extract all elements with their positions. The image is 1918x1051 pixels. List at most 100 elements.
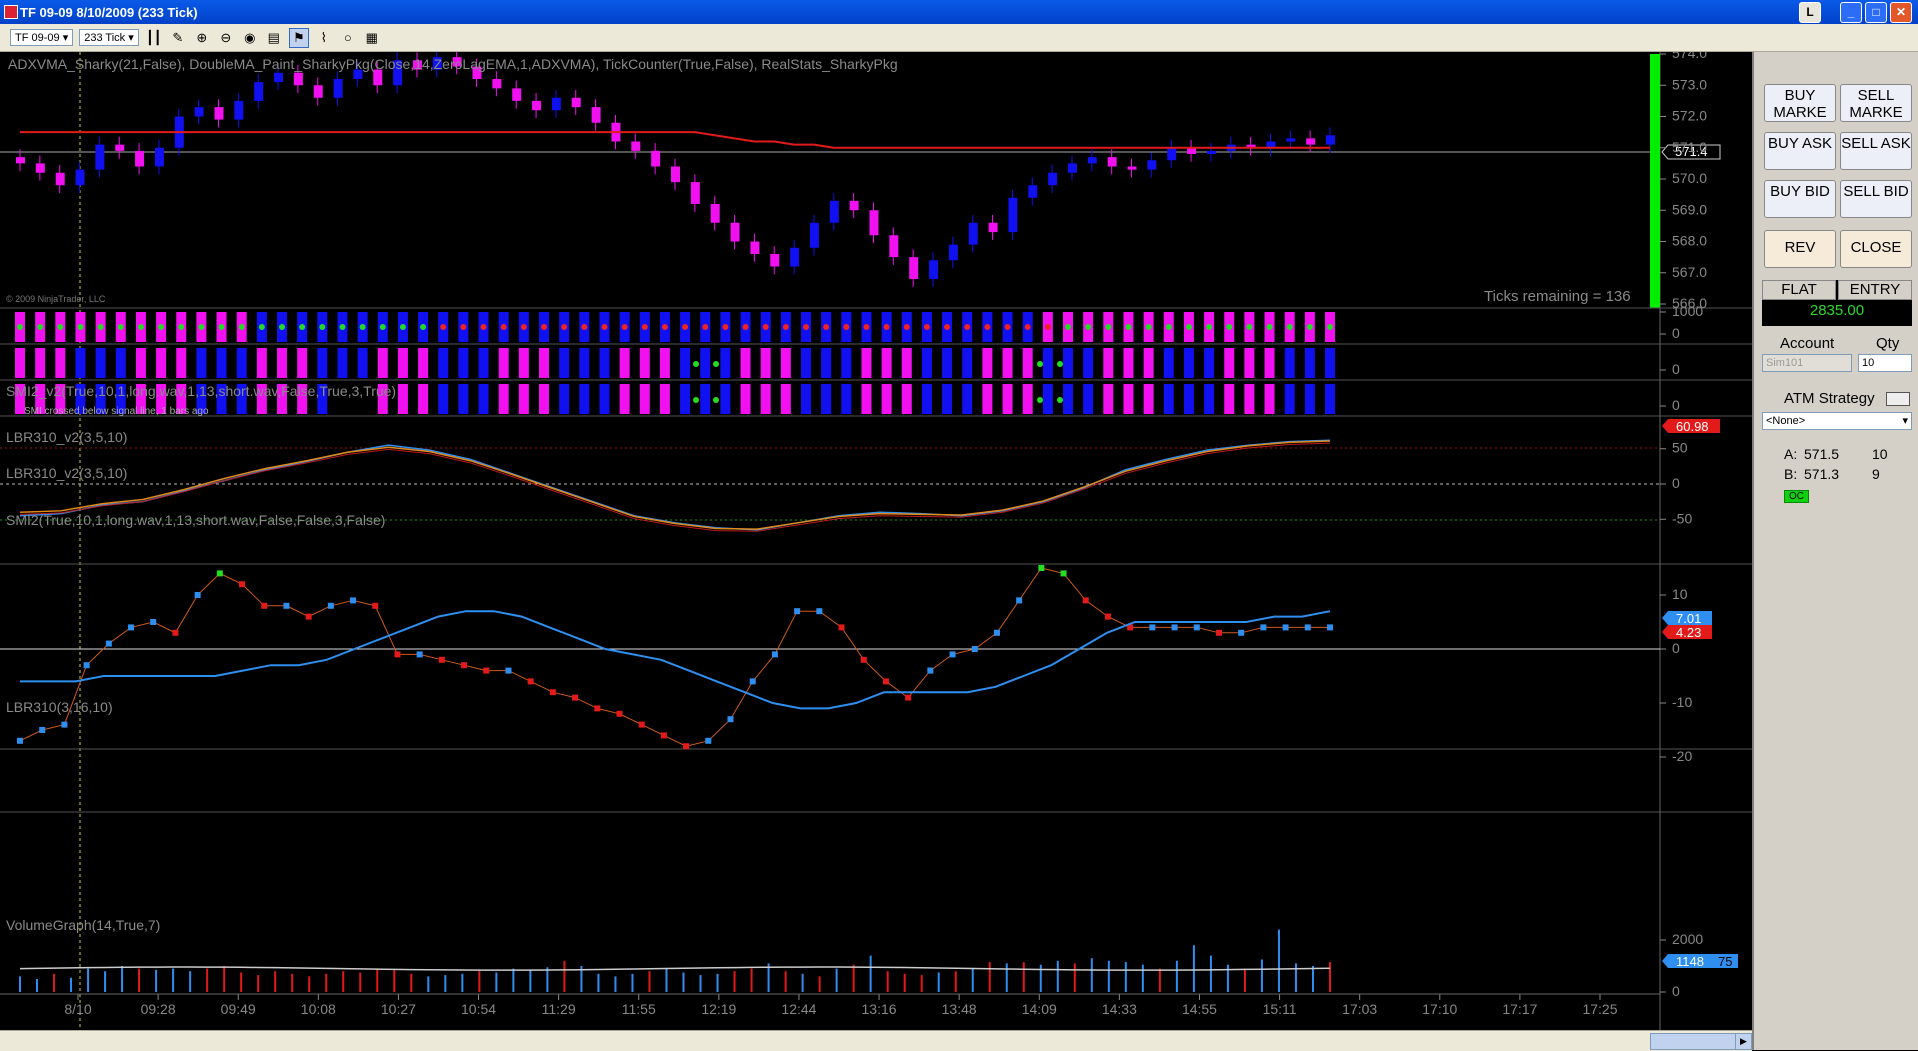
smi-dot [480,324,487,330]
lbr-fast-point [838,624,845,631]
maximize-button[interactable]: □ [1865,2,1887,23]
draw-tool-icon[interactable]: ✎ [169,29,187,47]
candle-body [194,107,204,117]
smi-dot [198,324,205,330]
indicator-bar [921,348,932,378]
lbr-fast-point [1149,624,1156,631]
lbr2-label: LBR310_v2(3,5,10) [6,465,127,481]
ask-size: 10 [1872,446,1888,462]
indicator-bar [478,348,489,378]
properties-icon[interactable]: ▤ [265,29,283,47]
smi-dot [500,324,507,330]
indicator-bar [418,348,429,378]
atm-strategy-select[interactable]: <None> ▾ [1762,412,1912,430]
indicator-icon[interactable]: ⌇ [315,29,333,47]
indicator-bar [659,384,670,414]
candle-body [710,204,720,223]
reverse-button[interactable]: REV [1764,230,1836,268]
smi-dot [944,324,951,330]
smi-dot [782,324,789,330]
lbr-fast-point [549,689,556,696]
candle-body [948,244,958,261]
signal-dot [1037,361,1043,367]
smi-dot [339,324,346,330]
vol-tick-label: 2000 [1672,931,1703,947]
vol-value-text: 1148 [1676,954,1704,969]
lbr-fast-point [882,678,889,685]
zoom-out-icon[interactable]: ⊖ [217,29,235,47]
interval-select[interactable]: 233 Tick ▾ [79,29,139,46]
buy-bid-button[interactable]: BUY BID [1764,180,1836,218]
indicator-bar [1042,384,1053,414]
indicator-bar [135,348,146,378]
horizontal-scrollbar[interactable]: ▶ [0,1030,1752,1051]
vol-tick-label: 0 [1672,983,1680,999]
indicator-bar [15,348,25,378]
instrument-select[interactable]: TF 09-09 ▾ [10,29,74,46]
zoom-in-icon[interactable]: ⊕ [193,29,211,47]
indicator-bar [377,348,388,378]
indicator-bar [1083,384,1094,414]
indicator-tick-label: 1000 [1672,303,1703,319]
lbr-fast-point [727,716,734,723]
grid-icon[interactable]: ▦ [363,29,381,47]
candle-body [115,144,125,151]
qty-field[interactable]: 10 [1858,354,1912,372]
buy-ask-button[interactable]: BUY ASK [1764,132,1836,170]
strategy-icon[interactable]: ⚑ [288,27,309,48]
lbr-fast-point [771,651,778,658]
candle-body [929,260,939,279]
candle-body [254,82,264,101]
signal-dot [693,361,699,367]
candle-body [214,107,224,120]
smi-dot [1165,324,1172,330]
lbr-fast-point [261,602,268,609]
buy-market-button[interactable]: BUY MARKE [1764,84,1836,122]
smi-dot [661,324,668,330]
smi-bar-note: SMI crossed below signal line, 1 bars ag… [24,406,209,417]
indicator-bar [1325,348,1335,378]
sell-market-button[interactable]: SELL MARKE [1840,84,1912,122]
sell-bid-button[interactable]: SELL BID [1840,180,1912,218]
candle-body [631,141,641,151]
indicator-bar [720,384,731,414]
link-button[interactable]: L [1799,2,1821,23]
lbr-fast-point [505,667,512,674]
indicator-bar [1063,348,1073,378]
indicator-bar [1002,384,1013,414]
indicator-bar [1123,348,1134,378]
indicator-bar [458,348,469,378]
oc-badge[interactable]: OC [1784,490,1809,503]
candle-body [829,200,839,223]
signal-dot [1057,397,1063,403]
vol-label: VolumeGraph(14,True,7) [6,917,160,933]
atm-toggle-button[interactable] [1886,392,1910,406]
globe-icon[interactable]: ◉ [241,29,259,47]
copyright-text: © 2009 NinjaTrader, LLC [6,294,106,304]
chart-style-icon[interactable]: ┃┃ [145,29,163,47]
smi-dot [1004,324,1011,330]
minimize-button[interactable]: _ [1840,2,1862,23]
indicator-bar [700,348,711,378]
scroll-right-arrow[interactable]: ▶ [1735,1033,1752,1050]
indicator-bar [680,348,691,378]
smi-dot [803,324,809,330]
indicator-bar [760,348,771,378]
bid-price: 571.3 [1804,466,1840,482]
account-select[interactable]: Sim101 [1762,354,1852,372]
sell-ask-button[interactable]: SELL ASK [1840,132,1912,170]
close-position-button[interactable]: CLOSE [1840,230,1912,268]
indicator-tick-label: 0 [1672,325,1680,341]
data-box-icon[interactable]: ○ [339,29,357,47]
candle-body [35,163,45,173]
lbr-fast-point [971,646,978,652]
price-tick-label: 571.0 [1672,139,1707,155]
indicator-bar [639,348,650,378]
smi-dot [97,324,104,330]
close-button[interactable]: ✕ [1890,2,1912,23]
smi-dot [379,324,386,330]
indicator-bar [1143,348,1154,378]
indicator-bar [881,384,892,414]
chart-area[interactable]: 571.4 60.98 7.01 4.23 1148 75 ADXVMA_Sha… [0,45,1752,1030]
smi-dot [178,324,185,330]
